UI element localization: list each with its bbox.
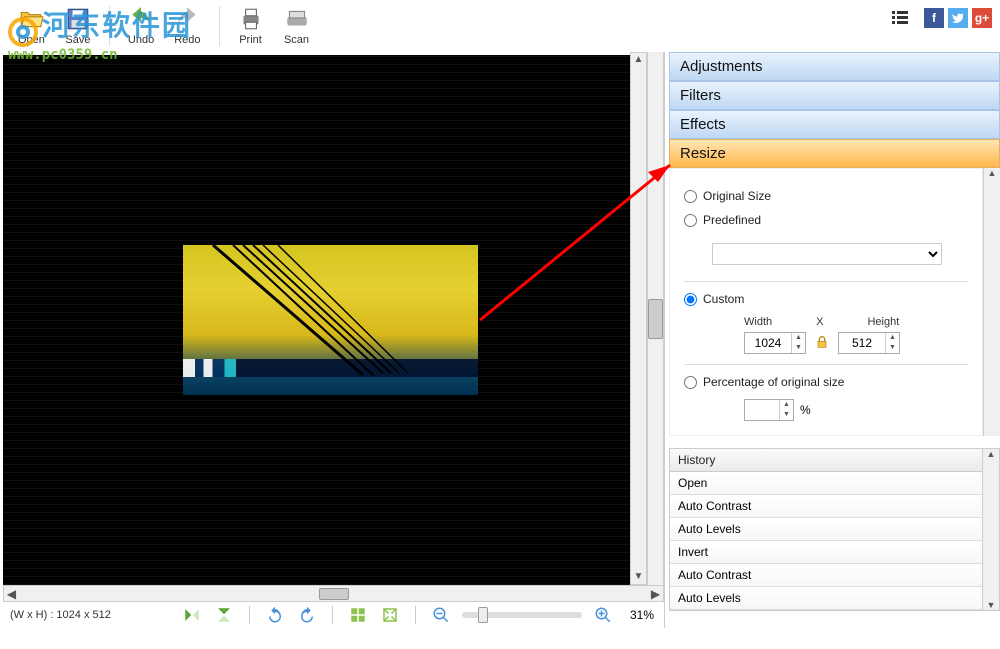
history-item[interactable]: Invert [670,541,982,564]
save-label: Save [65,34,90,46]
lock-aspect-icon[interactable] [814,334,830,353]
width-label: Width [744,316,772,328]
toolbar-divider [219,6,220,46]
right-panel: Adjustments Filters Effects Resize Origi… [664,52,1000,628]
fit-to-screen-icon[interactable] [347,604,369,626]
canvas-area: ▲ ▼ ◀ ▶ (W x H) : 1024 x 512 [0,52,664,628]
main-toolbar: Open Save Undo Redo Print Scan f [0,0,1000,52]
percentage-input[interactable] [745,400,779,420]
redo-icon [174,6,200,32]
panel-filters[interactable]: Filters [669,81,1000,110]
custom-label: Custom [703,292,744,306]
scan-label: Scan [284,34,309,46]
folder-open-icon [18,6,44,32]
panel-splitter[interactable] [647,52,664,585]
image-canvas[interactable] [3,55,630,585]
edited-image [183,245,478,395]
googleplus-icon[interactable]: g+ [972,8,992,28]
history-item[interactable]: Auto Contrast [670,495,982,518]
undo-button[interactable]: Undo [118,4,164,48]
status-bar: (W x H) : 1024 x 512 [0,602,664,628]
actual-size-icon[interactable] [379,604,401,626]
flip-horizontal-icon[interactable] [181,604,203,626]
open-button[interactable]: Open [8,4,55,48]
scan-button[interactable]: Scan [274,4,320,48]
predefined-radio[interactable]: Predefined [684,213,968,227]
height-label: Height [867,316,899,328]
canvas-vertical-scrollbar[interactable]: ▲ ▼ [630,52,647,585]
percentage-spinner[interactable]: ▲▼ [744,399,794,421]
width-input[interactable] [745,333,791,353]
history-header: History [670,449,982,472]
rotate-right-icon[interactable] [296,604,318,626]
panel-adjustments[interactable]: Adjustments [669,52,1000,81]
history-scrollbar[interactable]: ▲ ▼ [982,449,999,610]
canvas-horizontal-scrollbar[interactable]: ◀ ▶ [3,585,664,602]
zoom-percent: 31% [630,608,654,622]
custom-radio[interactable]: Custom [684,292,968,306]
panel-resize[interactable]: Resize [669,139,1000,168]
zoom-slider[interactable] [462,612,582,618]
print-button[interactable]: Print [228,4,274,48]
percent-sign: % [800,403,811,417]
resize-panel-body: Original Size Predefined Custom Width [669,168,983,436]
zoom-in-icon[interactable] [592,604,614,626]
list-view-icon[interactable] [890,8,910,28]
height-input[interactable] [839,333,885,353]
floppy-disk-icon [65,6,91,32]
history-item[interactable]: Auto Levels [670,518,982,541]
rotate-left-icon[interactable] [264,604,286,626]
toolbar-divider [109,6,110,46]
original-size-radio[interactable]: Original Size [684,189,968,203]
scanner-icon [284,6,310,32]
printer-icon [238,6,264,32]
predefined-select[interactable] [712,243,942,265]
percentage-label: Percentage of original size [703,375,844,389]
zoom-out-icon[interactable] [430,604,452,626]
open-label: Open [18,34,45,46]
height-spinner[interactable]: ▲▼ [838,332,900,354]
flip-vertical-icon[interactable] [213,604,235,626]
history-item[interactable]: Auto Contrast [670,564,982,587]
history-panel: History Open Auto Contrast Auto Levels I… [669,448,1000,611]
original-size-label: Original Size [703,189,771,203]
print-label: Print [239,34,262,46]
percentage-radio[interactable]: Percentage of original size [684,375,968,389]
x-label: X [816,316,823,328]
save-button[interactable]: Save [55,4,101,48]
width-spinner[interactable]: ▲▼ [744,332,806,354]
history-item[interactable]: Auto Levels [670,587,982,610]
undo-label: Undo [128,34,154,46]
image-dimensions: (W x H) : 1024 x 512 [10,609,111,621]
undo-icon [128,6,154,32]
twitter-icon[interactable] [948,8,968,28]
facebook-icon[interactable]: f [924,8,944,28]
redo-label: Redo [174,34,200,46]
resize-panel-scrollbar[interactable]: ▲ [983,168,1000,436]
redo-button[interactable]: Redo [164,4,210,48]
panel-effects[interactable]: Effects [669,110,1000,139]
history-item[interactable]: Open [670,472,982,495]
predefined-label: Predefined [703,213,761,227]
